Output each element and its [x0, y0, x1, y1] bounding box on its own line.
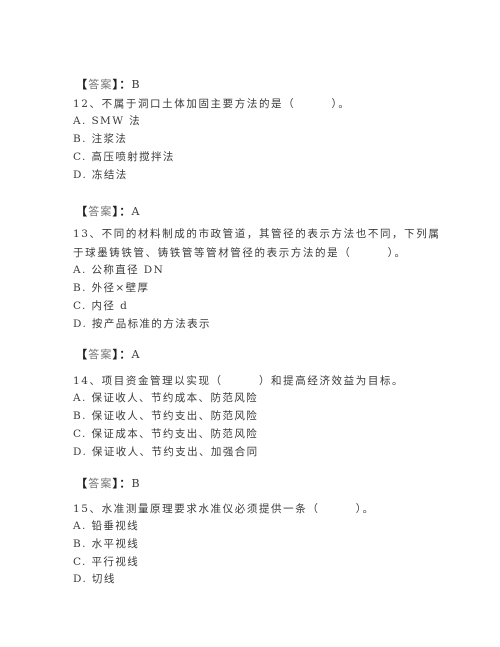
question-12-option-a: A. SMW 法: [73, 115, 142, 127]
question-15-option-d: D. 切线: [73, 573, 116, 585]
question-12-text: 12、不属于洞口土体加固主要方法的是（ ）。: [73, 98, 351, 110]
answer-separator: ：: [119, 78, 132, 91]
answer-bracket-open: 【: [76, 477, 89, 490]
question-14-text: 14、项目资金管理以实现（ ）和提高经济效益为目标。: [73, 375, 405, 387]
answer-line: 【答案】：B: [76, 477, 141, 491]
question-13-text-line1: 13、不同的材料制成的市政管道，其管径的表示方法也不同，下列属: [73, 228, 441, 240]
answer-label: 答案: [88, 78, 113, 91]
question-12-option-d: D. 冻结法: [73, 169, 128, 181]
answer-value: B: [131, 477, 141, 490]
question-14-option-a: A. 保证收人、节约成本、防范风险: [73, 392, 259, 404]
answer-bracket-open: 【: [76, 348, 89, 361]
answer-value: B: [131, 78, 141, 91]
answer-separator: ：: [119, 348, 132, 361]
answer-value: A: [131, 205, 141, 218]
question-12-option-b: B. 注浆法: [73, 133, 128, 145]
answer-label: 答案: [88, 477, 113, 490]
question-15-option-b: B. 水平视线: [73, 538, 140, 550]
question-15-option-a: A. 铅垂视线: [73, 520, 140, 532]
answer-value: A: [131, 348, 141, 361]
answer-label: 答案: [88, 205, 113, 218]
question-13-text-line2: 于球墨铸铁管、铸铁管等管材管径的表示方法的是（ ）。: [73, 247, 407, 259]
answer-line: 【答案】：A: [76, 348, 141, 362]
question-13-option-b: B. 外径×壁厚: [73, 282, 150, 294]
answer-bracket-open: 【: [76, 78, 89, 91]
answer-separator: ：: [119, 477, 132, 490]
question-13-option-c: C. 内径 d: [73, 300, 129, 312]
answer-line: 【答案】：B: [76, 78, 141, 92]
question-15-text: 15、水准测量原理要求水准仪必须提供一条（ ）。: [73, 503, 375, 515]
answer-label: 答案: [88, 348, 113, 361]
answer-line: 【答案】：A: [76, 205, 141, 219]
question-14-option-c: C. 保证成本、节约支出、防范风险: [73, 428, 259, 440]
question-13-option-d: D. 按产品标准的方法表示: [73, 318, 211, 330]
question-14-option-d: D. 保证收人、节约支出、加强合同: [73, 446, 259, 458]
question-12-option-c: C. 高压喷射搅拌法: [73, 151, 175, 163]
answer-separator: ：: [119, 205, 132, 218]
question-15-option-c: C. 平行视线: [73, 556, 140, 568]
question-13-option-a: A. 公称直径 DN: [73, 264, 165, 276]
answer-bracket-open: 【: [76, 205, 89, 218]
question-14-option-b: B. 保证收人、节约支出、防范风险: [73, 410, 259, 422]
